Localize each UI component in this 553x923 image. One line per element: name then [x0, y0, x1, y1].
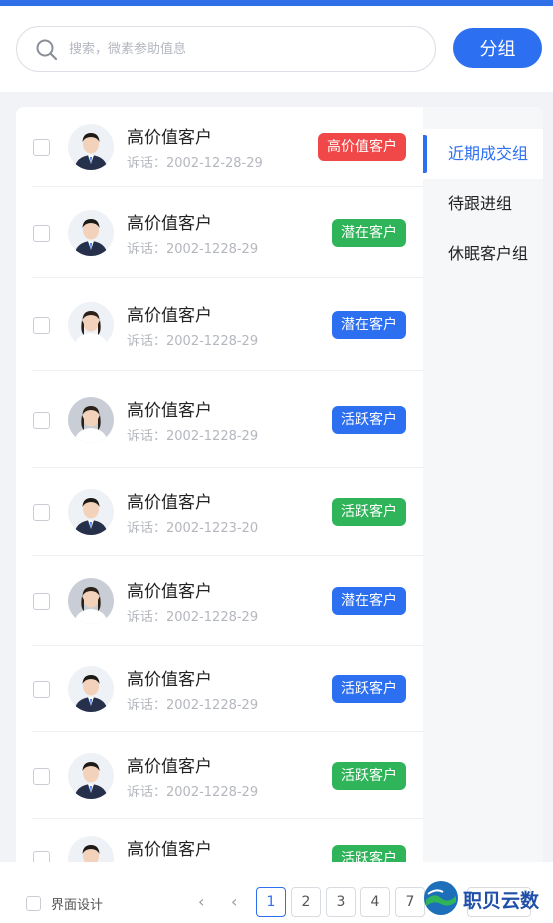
search-box[interactable] [16, 26, 436, 72]
sidebar-group-item[interactable]: 休眠客户组 [423, 229, 543, 279]
customer-row[interactable]: 高价值客户 活跃客户 [16, 819, 423, 867]
select-all-checkbox[interactable] [26, 896, 41, 911]
group-sidebar: 近期成交组 待跟进组 休眠客户组 [423, 107, 543, 867]
prev-page-icon[interactable]: ‹ [231, 892, 237, 911]
avatar [68, 489, 114, 535]
page-button[interactable]: 3 [326, 887, 356, 917]
customer-row[interactable]: 高价值客户 诉话：2002-1228-29 潜在客户 [16, 556, 423, 646]
row-checkbox[interactable] [33, 593, 50, 610]
customer-name: 高价值客户 [127, 305, 212, 326]
customer-name: 高价值客户 [127, 756, 212, 777]
customer-tag: 高价值客户 [318, 133, 406, 161]
customer-name: 高价值客户 [127, 582, 212, 602]
customer-row[interactable]: 高价值客户 诉话：2002-1228-29 活跃客户 [16, 732, 423, 819]
select-all-label: 界面设计 [51, 898, 104, 913]
customer-row[interactable]: 高价值客户 诉话：2002-1228-29 活跃客户 [16, 371, 423, 468]
customer-contact-date: 诉话：2002-1228-29 [127, 784, 259, 800]
customer-tag: 活跃客户 [332, 761, 406, 790]
brand-watermark-text: 职贝云数 [463, 890, 540, 912]
customer-tag: 活跃客户 [332, 405, 406, 434]
row-checkbox[interactable] [33, 411, 50, 429]
brand-watermark: 职贝云数 [423, 880, 553, 920]
customer-name: 高价值客户 [127, 840, 212, 860]
customer-row[interactable]: 高价值客户 诉话：2002-1228-29 潜在客户 [16, 278, 423, 371]
customer-contact-date: 诉话：2002-1228-29 [127, 241, 259, 257]
sidebar-group-item[interactable]: 近期成交组 [423, 129, 543, 179]
customer-name: 高价值客户 [127, 400, 212, 421]
customer-contact-date: 诉话：2002-1228-29 [127, 333, 259, 349]
page-button[interactable]: 2 [291, 887, 321, 917]
customer-row[interactable]: 高价值客户 诉话：2002-1228-29 活跃客户 [16, 646, 423, 732]
customer-name: 高价值客户 [127, 128, 212, 148]
footer-bar: 界面设计 ‹ ‹ 12347 职贝云数 [0, 862, 553, 923]
page-button[interactable]: 7 [395, 887, 425, 917]
brand-logo-icon [424, 881, 458, 915]
page-button[interactable]: 4 [360, 887, 390, 917]
customer-list: 高价值客户 诉话：2002-12-28-29 高价值客户 高价值客户 诉话：20… [16, 107, 423, 867]
customer-contact-date: 诉话：2002-12-28-29 [127, 156, 263, 171]
customer-contact-date: 诉话：2002-1223-20 [127, 521, 259, 536]
first-page-icon[interactable]: ‹ [198, 892, 204, 911]
customer-row[interactable]: 高价值客户 诉话：2002-12-28-29 高价值客户 [16, 107, 423, 187]
page-button[interactable]: 1 [256, 887, 286, 917]
header: 分组 [0, 6, 553, 92]
customer-tag: 活跃客户 [332, 498, 406, 526]
avatar [68, 666, 114, 712]
customer-card: 高价值客户 诉话：2002-12-28-29 高价值客户 高价值客户 诉话：20… [16, 107, 543, 867]
avatar [68, 578, 114, 624]
sidebar-group-item[interactable]: 待跟进组 [423, 179, 543, 229]
avatar [68, 752, 114, 799]
customer-tag: 潜在客户 [332, 310, 406, 339]
group-button[interactable]: 分组 [453, 28, 542, 68]
avatar [68, 124, 114, 170]
customer-name: 高价值客户 [127, 670, 212, 690]
row-checkbox[interactable] [33, 681, 50, 698]
customer-contact-date: 诉话：2002-1228-29 [127, 610, 259, 625]
customer-contact-date: 诉话：2002-1228-29 [127, 698, 259, 713]
search-icon [36, 39, 58, 61]
row-checkbox[interactable] [33, 316, 50, 334]
customer-row[interactable]: 高价值客户 诉话：2002-1223-20 活跃客户 [16, 468, 423, 556]
customer-tag: 活跃客户 [332, 675, 406, 703]
search-input[interactable] [69, 27, 419, 71]
row-checkbox[interactable] [33, 139, 50, 156]
customer-name: 高价值客户 [127, 493, 212, 513]
customer-tag: 潜在客户 [332, 218, 406, 247]
row-checkbox[interactable] [33, 224, 50, 242]
avatar [68, 209, 114, 256]
row-checkbox[interactable] [33, 767, 50, 785]
customer-row[interactable]: 高价值客户 诉话：2002-1228-29 潜在客户 [16, 187, 423, 278]
avatar [68, 396, 114, 443]
customer-contact-date: 诉话：2002-1228-29 [127, 428, 259, 444]
avatar [68, 301, 114, 348]
customer-tag: 潜在客户 [332, 587, 406, 615]
customer-name: 高价值客户 [127, 213, 212, 234]
row-checkbox[interactable] [33, 504, 50, 521]
